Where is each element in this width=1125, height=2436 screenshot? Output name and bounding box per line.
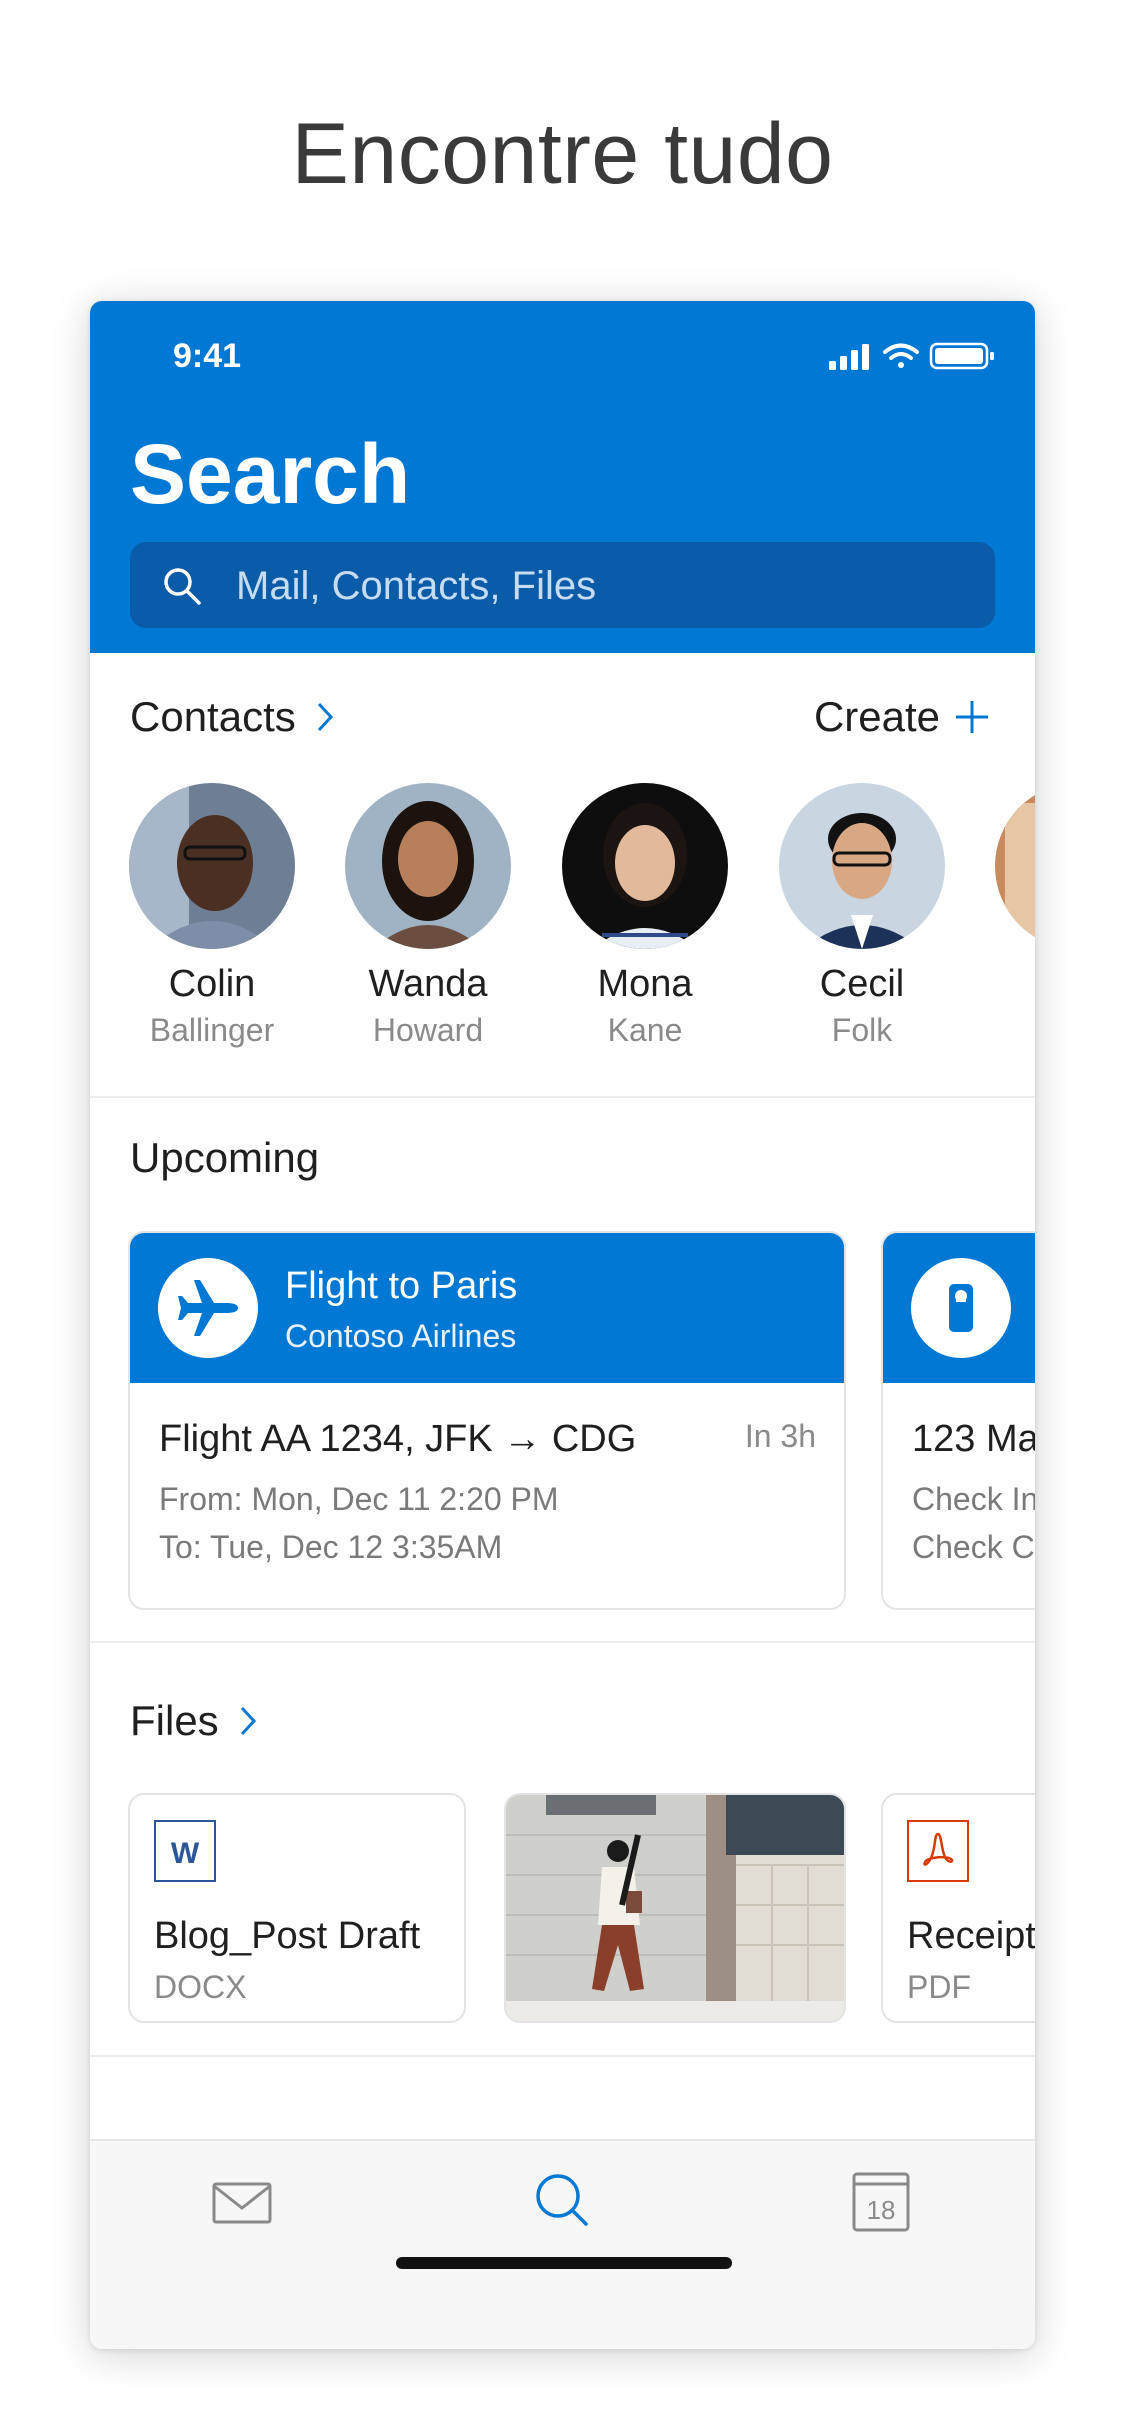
file-type: DOCX (154, 1969, 247, 2005)
event-detail: Flight AA 1234, JFK → CDG (159, 1418, 637, 1460)
search-icon (164, 568, 201, 605)
calendar-day: 18 (867, 2195, 896, 2225)
contacts-heading-label: Contacts (130, 693, 296, 740)
event-to: To: Tue, Dec 12 3:35AM (159, 1529, 503, 1565)
file-card[interactable]: Receipt PDF (881, 1793, 1035, 2023)
files-heading-label: Files (130, 1697, 219, 1744)
page-title: Encontre tudo (291, 106, 834, 202)
header-title: Search (130, 427, 411, 521)
create-contact-button[interactable]: Create (814, 693, 990, 741)
card-header: Flight to Paris Contoso Airlines (130, 1233, 844, 1383)
search-bar[interactable] (130, 542, 995, 630)
search-header: 9:41 Search (90, 301, 1035, 653)
contact-last-name: Howard (372, 1012, 484, 1048)
avatar (562, 783, 728, 949)
contacts-heading[interactable]: Contacts (130, 693, 334, 741)
contact-first-name: Colin (168, 963, 256, 1005)
cellular-signal-icon (829, 344, 869, 370)
upcoming-heading: Upcoming (130, 1134, 319, 1182)
status-icons (829, 342, 994, 370)
airplane-icon (178, 1280, 238, 1336)
plus-icon (956, 701, 988, 733)
contact-item[interactable]: I C (993, 783, 1035, 1049)
chevron-right-icon (240, 1706, 256, 1736)
event-check-in: Check In (912, 1481, 1035, 1517)
contact-item[interactable]: Wanda Howard (343, 783, 513, 1049)
avatar (779, 783, 945, 949)
avatar (129, 783, 295, 949)
contact-first-name: Mona (597, 963, 693, 1005)
upcoming-event-card[interactable]: 123 Ma Check In Check C (881, 1231, 1035, 1610)
contact-first-name: I (993, 963, 1035, 1006)
contact-first-name: Wanda (368, 963, 488, 1005)
contacts-carousel: Colin Ballinger Wanda Howard Mona Kane C… (90, 783, 1035, 1063)
word-icon: W (154, 1820, 216, 1882)
home-indicator (396, 2257, 732, 2269)
calendar-icon[interactable]: 18 (846, 2166, 916, 2236)
avatar (995, 783, 1035, 949)
status-time: 9:41 (173, 337, 242, 375)
phone-screen: 9:41 Search Mail, Contacts, Files Contac… (90, 301, 1035, 2349)
svg-text:W: W (171, 1837, 200, 1870)
contact-last-name: C (993, 1012, 1035, 1049)
upcoming-heading-label: Upcoming (130, 1134, 320, 1181)
door-hanger-icon (949, 1284, 973, 1332)
create-label: Create (813, 693, 940, 740)
file-card[interactable]: W Blog_Post Draft DOCX (128, 1793, 466, 2023)
contact-item[interactable]: Colin Ballinger (127, 783, 297, 1049)
files-heading[interactable]: Files (130, 1697, 257, 1745)
battery-icon (929, 342, 994, 370)
file-name: Blog_Post Draft (154, 1915, 421, 1957)
contact-item[interactable]: Cecil Folk (777, 783, 947, 1049)
file-card-image[interactable] (504, 1793, 846, 2023)
contact-last-name: Folk (831, 1012, 893, 1048)
event-from: From: Mon, Dec 11 2:20 PM (159, 1481, 559, 1517)
section-divider (90, 1641, 1035, 1643)
event-eta: In 3h (744, 1418, 816, 1454)
event-check-out: Check C (912, 1529, 1035, 1565)
door-hanger-icon-badge (911, 1258, 1011, 1358)
contact-first-name: Cecil (819, 963, 905, 1005)
file-name: Receipt (907, 1915, 1035, 1957)
tab-bar: 18 (90, 2139, 1035, 2349)
upcoming-event-card[interactable]: Flight to Paris Contoso Airlines Flight … (128, 1231, 846, 1610)
contact-item[interactable]: Mona Kane (560, 783, 730, 1049)
search-input[interactable] (234, 542, 978, 630)
file-type: PDF (907, 1969, 971, 2005)
pdf-icon (907, 1820, 969, 1882)
avatar (345, 783, 511, 949)
section-divider (90, 1096, 1035, 1098)
event-detail: 123 Ma (912, 1418, 1035, 1460)
photo-thumbnail (506, 1795, 844, 2021)
contact-last-name: Kane (607, 1012, 683, 1048)
search-icon[interactable] (528, 2166, 598, 2236)
airplane-icon-badge (158, 1258, 258, 1358)
event-title: Flight to Paris (285, 1265, 518, 1307)
card-header (883, 1233, 1035, 1383)
event-subtitle: Contoso Airlines (285, 1318, 517, 1354)
wifi-icon (883, 343, 919, 368)
chevron-right-icon (317, 702, 333, 732)
section-divider (90, 2055, 1035, 2057)
contact-last-name: Ballinger (149, 1012, 275, 1048)
mail-icon[interactable] (207, 2166, 277, 2236)
